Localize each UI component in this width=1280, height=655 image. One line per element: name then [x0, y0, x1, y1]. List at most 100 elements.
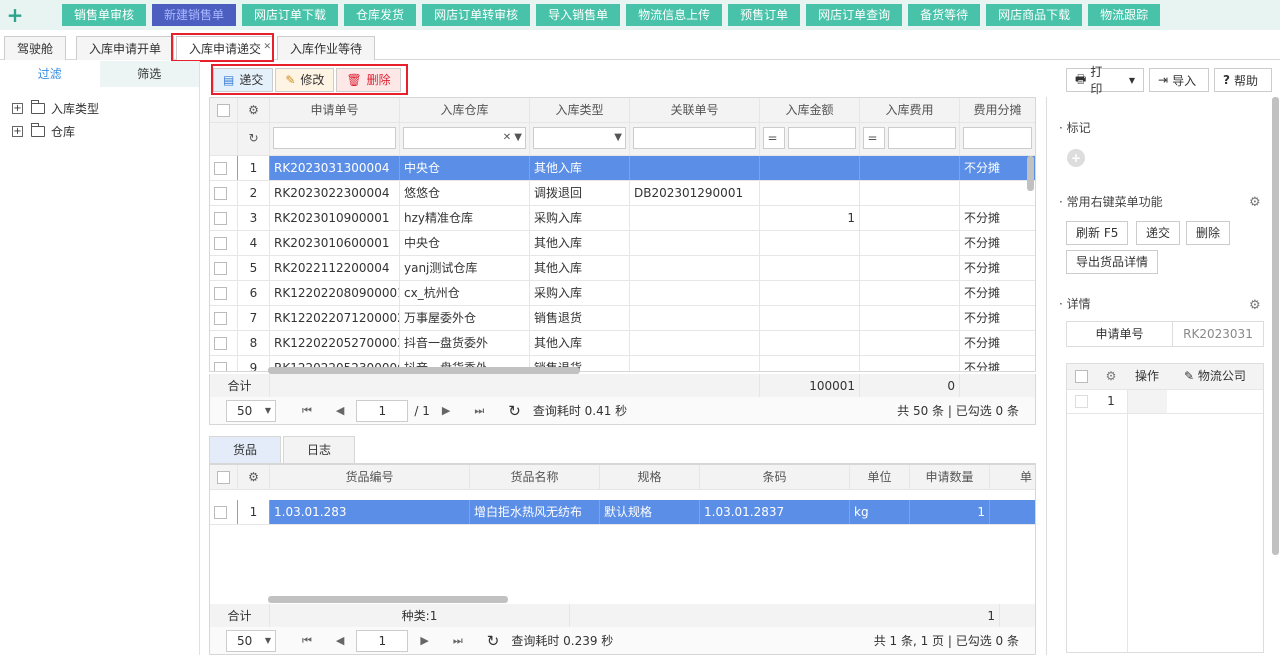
col-related-no[interactable]: 关联单号 — [630, 98, 760, 122]
nav-logistics-upload[interactable]: 物流信息上传 — [626, 4, 723, 26]
row-checkbox[interactable] — [210, 356, 238, 371]
prev-page-icon[interactable]: ◀ — [336, 634, 344, 647]
tab-inbound-wait[interactable]: 入库作业等待 — [277, 36, 376, 60]
col-logistics[interactable]: ✎ 物流公司 — [1167, 364, 1263, 389]
table-row[interactable]: 1 RK2023031300004 中央仓 其他入库 不分摊 — [210, 156, 1035, 181]
nav-logistics-track[interactable]: 物流跟踪 — [1088, 4, 1161, 26]
refresh-icon[interactable]: ↻ — [487, 632, 500, 650]
filter-fee-input[interactable] — [888, 127, 956, 149]
grid-hscrollbar[interactable] — [268, 367, 580, 374]
filter-related-input[interactable] — [633, 127, 756, 149]
nav-shop-order-review[interactable]: 网店订单转审核 — [422, 4, 531, 26]
logistics-select-all[interactable] — [1067, 364, 1095, 389]
gear-icon[interactable]: ⚙ — [238, 98, 270, 122]
row-checkbox[interactable] — [210, 181, 238, 205]
last-page-icon[interactable]: ⏭ — [474, 404, 484, 418]
goods-select-all[interactable] — [210, 465, 238, 489]
row-checkbox[interactable] — [210, 231, 238, 255]
print-button[interactable]: 🖶 打印 ▼ — [1066, 65, 1144, 96]
filter-type-select[interactable]: ▼ — [533, 127, 626, 149]
tree-node-warehouse[interactable]: + 仓库 — [12, 120, 199, 143]
sidebar-tab-screen[interactable]: 筛选 — [99, 61, 199, 87]
nav-stock-wait[interactable]: 备货等待 — [908, 4, 981, 26]
col-goods-code[interactable]: 货品编号 — [270, 465, 470, 489]
row-checkbox[interactable] — [210, 281, 238, 305]
row-checkbox[interactable] — [210, 500, 238, 524]
col-op[interactable]: 操作 — [1127, 364, 1167, 389]
page-size-select[interactable]: 50 — [226, 399, 276, 422]
filter-amount-op[interactable]: = — [763, 127, 785, 149]
tab-goods[interactable]: 货品 — [209, 436, 281, 463]
col-qty[interactable]: 申请数量 — [910, 465, 990, 489]
last-page-icon[interactable]: ⏭ — [453, 634, 463, 648]
goods-page-size-select[interactable]: 50 — [226, 629, 276, 652]
gear-icon[interactable]: ⚙ — [1095, 364, 1127, 389]
table-row[interactable]: 5 RK2022112200004 yanj测试仓库 其他入库 不分摊 — [210, 256, 1035, 281]
help-button[interactable]: ? 帮助 — [1214, 68, 1272, 92]
col-goods-name[interactable]: 货品名称 — [470, 465, 600, 489]
table-row[interactable]: 3 RK2023010900001 hzy精准仓库 采购入库 1 不分摊 — [210, 206, 1035, 231]
table-row[interactable]: 4 RK2023010600001 中央仓 其他入库 不分摊 — [210, 231, 1035, 256]
row-checkbox[interactable] — [1067, 390, 1095, 413]
add-mark-icon[interactable]: + — [1067, 149, 1085, 167]
export-goods-button[interactable]: 导出货品详情 — [1066, 250, 1159, 274]
refresh-button[interactable]: 刷新 F5 — [1066, 221, 1129, 245]
filter-apply-no-input[interactable] — [273, 127, 396, 149]
table-row[interactable]: 7 RK122022071200002 万事屋委外仓 销售退货 不分摊 — [210, 306, 1035, 331]
table-row[interactable]: 8 RK122022052700003 抖音一盘货委外 其他入库 不分摊 — [210, 331, 1035, 356]
goods-page-input[interactable]: 1 — [356, 629, 409, 652]
row-checkbox[interactable] — [210, 331, 238, 355]
col-share[interactable]: 费用分摊 — [960, 98, 1035, 122]
nav-presale[interactable]: 预售订单 — [728, 4, 801, 26]
col-fee[interactable]: 入库费用 — [860, 98, 960, 122]
filter-warehouse-select[interactable]: ✕ ▼ — [403, 127, 526, 149]
refresh-icon[interactable]: ↻ — [508, 402, 521, 420]
nav-import-sales[interactable]: 导入销售单 — [536, 4, 621, 26]
gear-icon[interactable]: ⚙ — [1249, 298, 1261, 313]
quick-submit-button[interactable]: 递交 — [1136, 221, 1181, 245]
col-unit[interactable]: 单位 — [850, 465, 910, 489]
nav-new-sales[interactable]: 新建销售单 — [152, 4, 237, 26]
filter-share-input[interactable] — [963, 127, 1032, 149]
quick-delete-button[interactable]: 删除 — [1186, 221, 1231, 245]
table-row[interactable]: 2 RK2023022300004 悠悠仓 调拨退回 DB202301290001 — [210, 181, 1035, 206]
row-checkbox[interactable] — [210, 206, 238, 230]
row-checkbox[interactable] — [210, 306, 238, 330]
expand-icon[interactable]: + — [12, 126, 23, 137]
tab-log[interactable]: 日志 — [283, 436, 355, 463]
expand-icon[interactable]: + — [12, 103, 23, 114]
import-button[interactable]: ⇥ 导入 — [1149, 68, 1209, 92]
prev-page-icon[interactable]: ◀ — [336, 404, 344, 417]
col-amount[interactable]: 入库金额 — [760, 98, 860, 122]
col-more[interactable]: 单 — [990, 465, 1035, 489]
col-warehouse[interactable]: 入库仓库 — [400, 98, 530, 122]
logistics-row[interactable]: 1 — [1067, 390, 1263, 414]
nav-warehouse-ship[interactable]: 仓库发货 — [344, 4, 417, 26]
row-checkbox[interactable] — [210, 256, 238, 280]
first-page-icon[interactable]: ⏮ — [302, 634, 312, 648]
row-checkbox[interactable] — [210, 156, 238, 180]
tab-inbound-create[interactable]: 入库申请开单 — [76, 36, 175, 60]
refresh-icon[interactable]: ↻ — [238, 123, 270, 155]
nav-sales-review[interactable]: 销售单审核 — [62, 4, 147, 26]
gear-icon[interactable]: ⚙ — [1249, 195, 1261, 210]
col-barcode[interactable]: 条码 — [700, 465, 850, 489]
next-page-icon[interactable]: ▶ — [420, 634, 428, 647]
nav-shop-order-query[interactable]: 网店订单查询 — [806, 4, 903, 26]
next-page-icon[interactable]: ▶ — [442, 404, 450, 417]
goods-row[interactable]: 1 1.03.01.283 增白拒水热风无纺布 默认规格 1.03.01.283… — [210, 500, 1035, 525]
page-input[interactable]: 1 — [356, 399, 409, 422]
table-row[interactable]: 6 RK122022080900001 cx_杭州仓 采购入库 不分摊 — [210, 281, 1035, 306]
tree-node-inbound-type[interactable]: + 入库类型 — [12, 97, 199, 120]
grid-vscrollbar[interactable] — [1027, 156, 1034, 191]
chevron-down-icon[interactable]: ▼ — [1129, 76, 1135, 85]
first-page-icon[interactable]: ⏮ — [302, 404, 312, 418]
sidebar-tab-filter[interactable]: 过滤 — [0, 61, 100, 87]
nav-shop-order-download[interactable]: 网店订单下载 — [242, 4, 339, 26]
nav-product-download[interactable]: 网店商品下载 — [986, 4, 1083, 26]
goods-hscrollbar[interactable] — [268, 596, 508, 603]
gear-icon[interactable]: ⚙ — [238, 465, 270, 489]
add-icon[interactable]: + — [0, 0, 30, 30]
filter-fee-op[interactable]: = — [863, 127, 885, 149]
col-apply-no[interactable]: 申请单号 — [270, 98, 400, 122]
